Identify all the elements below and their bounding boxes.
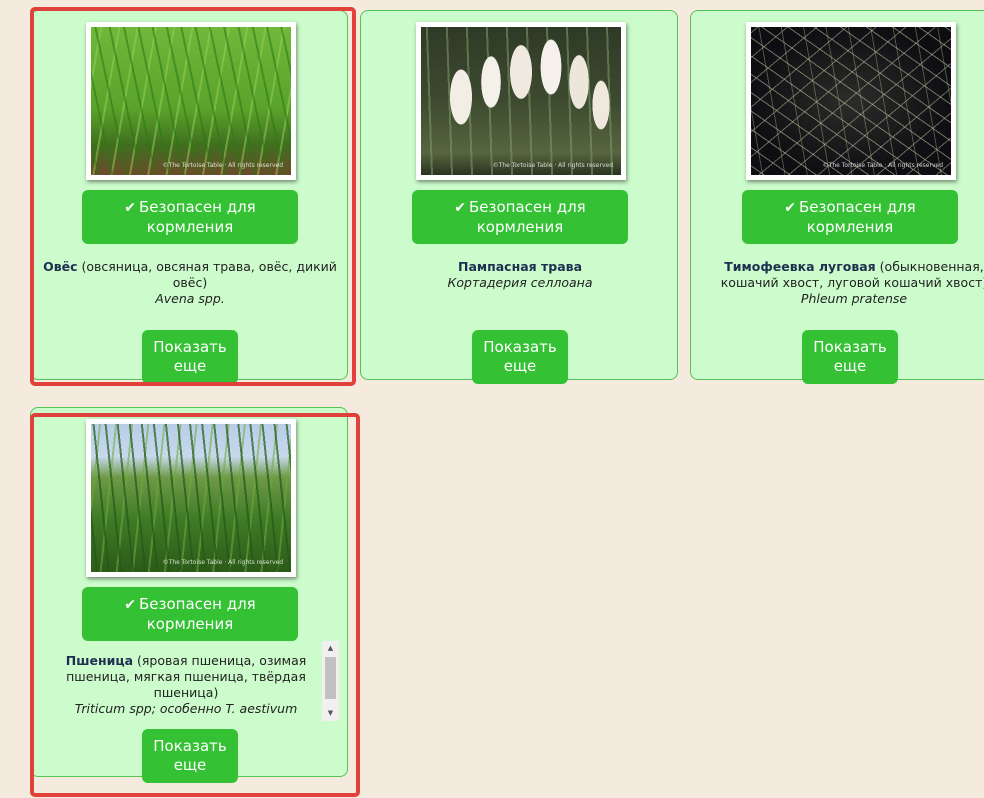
check-icon: ✔	[124, 597, 136, 613]
plant-alt-names: (овсяница, овсяная трава, овёс, дикий ов…	[77, 259, 337, 290]
show-more-button[interactable]: Показать еще	[802, 330, 898, 384]
safe-label-line2: кормления	[146, 615, 234, 633]
plant-name: Овёс	[43, 259, 78, 274]
plant-latin-name: Triticum spp; особенно T. aestivum	[74, 701, 298, 716]
scrollbar-thumb[interactable]	[325, 657, 336, 699]
photo-watermark: ©The Tortoise Table · All rights reserve…	[162, 559, 283, 566]
plant-photo: ©The Tortoise Table · All rights reserve…	[751, 27, 951, 175]
safe-to-feed-badge[interactable]: ✔ Безопасен для кормления	[82, 190, 298, 244]
safe-to-feed-badge[interactable]: ✔ Безопасен для кормления	[82, 587, 298, 641]
plant-info: Тимофеевка луговая (обыкновенная, кошачи…	[699, 259, 984, 307]
photo-watermark: ©The Tortoise Table · All rights reserve…	[822, 162, 943, 169]
plant-card-oats[interactable]: ©The Tortoise Table · All rights reserve…	[30, 10, 348, 384]
plant-grid: ©The Tortoise Table · All rights reserve…	[0, 0, 984, 798]
safe-label-line1: Безопасен для	[799, 198, 916, 216]
check-icon: ✔	[124, 200, 136, 216]
show-more-button[interactable]: Показать еще	[142, 330, 238, 384]
safe-to-feed-badge[interactable]: ✔ Безопасен для кормления	[412, 190, 628, 244]
safe-label-line2: кормления	[806, 218, 894, 236]
check-icon: ✔	[784, 200, 796, 216]
photo-watermark: ©The Tortoise Table · All rights reserve…	[162, 162, 283, 169]
plant-photo: ©The Tortoise Table · All rights reserve…	[91, 27, 291, 175]
plant-name: Пшеница	[65, 653, 134, 668]
plant-latin-name: Avena spp.	[155, 291, 225, 306]
plant-photo-frame[interactable]: ©The Tortoise Table · All rights reserve…	[746, 22, 956, 180]
check-icon: ✔	[454, 200, 466, 216]
plant-photo: ©The Tortoise Table · All rights reserve…	[91, 424, 291, 572]
safe-label-line2: кормления	[476, 218, 564, 236]
plant-photo-frame[interactable]: ©The Tortoise Table · All rights reserve…	[86, 22, 296, 180]
plant-card-pampas[interactable]: ©The Tortoise Table · All rights reserve…	[360, 10, 678, 384]
plant-latin-name: Кортадерия селлоана	[447, 275, 593, 290]
show-more-button[interactable]: Показать еще	[142, 729, 238, 783]
safe-label-line1: Безопасен для	[469, 198, 586, 216]
plant-photo-frame[interactable]: ©The Tortoise Table · All rights reserve…	[416, 22, 626, 180]
plant-info: Овёс (овсяница, овсяная трава, овёс, дик…	[39, 259, 341, 307]
show-more-line1: Показать	[483, 338, 557, 356]
scroll-up-arrow-icon[interactable]: ▲	[322, 641, 339, 656]
photo-watermark: ©The Tortoise Table · All rights reserve…	[492, 162, 613, 169]
show-more-line2: еще	[833, 357, 867, 375]
show-more-line1: Показать	[813, 338, 887, 356]
info-scrollbar[interactable]: ▲ ▼	[322, 641, 339, 721]
safe-label-line1: Безопасен для	[139, 595, 256, 613]
show-more-line2: еще	[173, 756, 207, 774]
show-more-line1: Показать	[153, 338, 227, 356]
show-more-line2: еще	[173, 357, 207, 375]
plant-card-wheat[interactable]: ©The Tortoise Table · All rights reserve…	[30, 407, 348, 783]
safe-label-line1: Безопасен для	[139, 198, 256, 216]
scroll-down-arrow-icon[interactable]: ▼	[322, 706, 339, 721]
plant-photo-frame[interactable]: ©The Tortoise Table · All rights reserve…	[86, 419, 296, 577]
show-more-line1: Показать	[153, 737, 227, 755]
show-more-button[interactable]: Показать еще	[472, 330, 568, 384]
plant-info: Пшеница (яровая пшеница, озимая пшеница,…	[51, 653, 321, 721]
safe-label-line2: кормления	[146, 218, 234, 236]
plant-name: Тимофеевка луговая	[724, 259, 876, 274]
show-more-line2: еще	[503, 357, 537, 375]
plant-info: Пампасная трава Кортадерия селлоана	[369, 259, 671, 291]
plant-photo: ©The Tortoise Table · All rights reserve…	[421, 27, 621, 175]
plant-name: Пампасная трава	[457, 259, 583, 274]
plant-card-timothy[interactable]: ©The Tortoise Table · All rights reserve…	[690, 10, 984, 384]
safe-to-feed-badge[interactable]: ✔ Безопасен для кормления	[742, 190, 958, 244]
plant-latin-name: Phleum pratense	[800, 291, 908, 306]
